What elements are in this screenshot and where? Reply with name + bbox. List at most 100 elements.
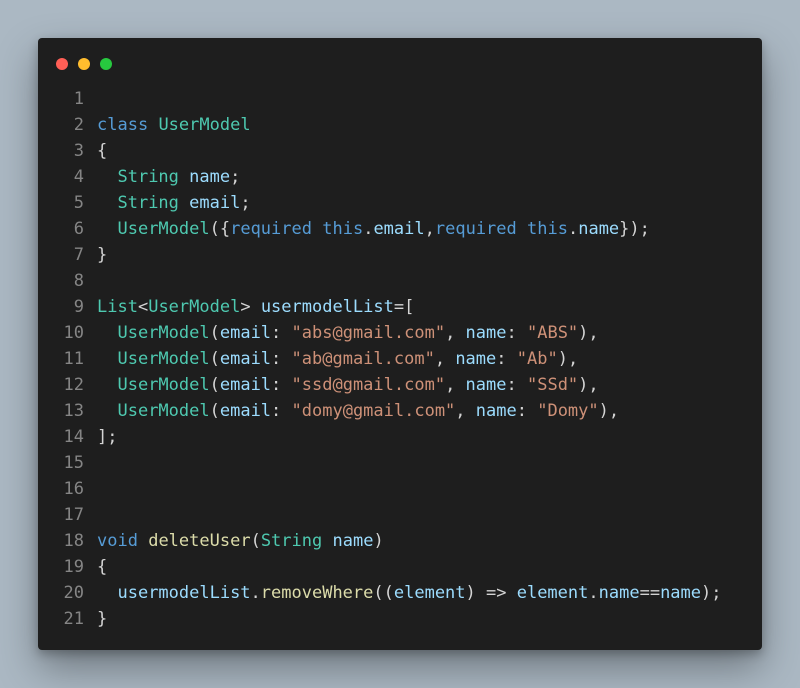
code-token: String: [117, 167, 179, 187]
line-source: [84, 450, 762, 476]
code-token: =[: [393, 297, 415, 317]
code-token: (: [209, 349, 220, 369]
code-token: (: [209, 323, 220, 343]
line-source: void deleteUser(String name): [84, 528, 762, 554]
code-line: 3{: [38, 138, 762, 164]
code-token: required: [230, 219, 312, 239]
code-token: UserModel: [117, 375, 210, 395]
code-token: <: [137, 297, 149, 317]
code-block: 1 2 class UserModel 3{4 String name; 5 Strin…: [38, 86, 762, 632]
line-source: {: [84, 554, 762, 580]
code-token: ): [373, 531, 384, 551]
code-line: 15: [38, 450, 762, 476]
code-token: name: [332, 531, 374, 551]
code-token: element: [393, 583, 466, 603]
line-source: List<UserModel> usermodelList=[: [84, 294, 762, 320]
code-token: ({: [209, 219, 231, 239]
code-token: String: [260, 531, 323, 551]
code-token: .: [588, 583, 599, 603]
code-token: this: [527, 219, 568, 239]
code-token: {: [97, 141, 108, 161]
line-source: class UserModel: [84, 112, 762, 138]
code-token: ,: [445, 323, 466, 343]
code-token: UserModel: [158, 115, 251, 135]
code-token: UserModel: [117, 323, 210, 343]
code-line: 21}: [38, 606, 762, 632]
code-line: 7}: [38, 242, 762, 268]
code-line: 5 String email;: [38, 190, 762, 216]
line-source: [84, 502, 762, 528]
code-token: element: [516, 583, 589, 603]
line-number: 16: [63, 479, 84, 499]
code-token: ==: [639, 583, 661, 603]
code-token: String: [117, 193, 179, 213]
code-line: 4 String name;: [38, 164, 762, 190]
line-number: 2: [73, 115, 84, 135]
line-source: String name;: [84, 164, 762, 190]
code-token: name: [465, 375, 507, 395]
code-token: name: [475, 401, 517, 421]
line-number: 4: [73, 167, 84, 187]
line-number: 8: [73, 271, 84, 291]
code-line: 11 UserModel(email: "ab@gmail.com", name…: [38, 346, 762, 372]
code-token: name: [578, 219, 620, 239]
code-line: 12 UserModel(email: "ssd@gmail.com", nam…: [38, 372, 762, 398]
code-token: email: [189, 193, 241, 213]
code-token: email: [219, 323, 272, 343]
line-number: 20: [63, 583, 84, 603]
line-number: 18: [63, 531, 84, 551]
code-token: });: [619, 219, 650, 239]
line-source: UserModel(email: "ssd@gmail.com", name: …: [84, 372, 762, 398]
code-token: removeWhere: [260, 583, 374, 603]
line-number: 12: [63, 375, 84, 395]
code-token: email: [373, 219, 425, 239]
code-token: email: [219, 401, 272, 421]
code-token: void: [97, 531, 138, 551]
code-line: 14];: [38, 424, 762, 450]
code-token: deleteUser: [148, 531, 251, 551]
code-line: 19 {: [38, 554, 762, 580]
line-number: 9: [73, 297, 84, 317]
line-source: [84, 476, 762, 502]
code-token: usermodelList: [260, 297, 394, 317]
line-number: 14: [63, 427, 84, 447]
line-source: {: [84, 138, 762, 164]
close-dot[interactable]: [56, 58, 68, 70]
code-token: "Ab": [516, 349, 558, 369]
code-token: .: [250, 583, 261, 603]
line-number: 5: [73, 193, 84, 213]
code-token: (: [209, 375, 220, 395]
code-token: "Domy": [537, 401, 599, 421]
line-source: [84, 86, 762, 112]
code-line: 18 void deleteUser(String name): [38, 528, 762, 554]
code-token: "domy@gmail.com": [291, 401, 456, 421]
line-number: 1: [73, 89, 84, 109]
code-token: List: [97, 297, 138, 317]
code-token: this: [322, 219, 364, 239]
code-line: 8: [38, 268, 762, 294]
code-token: {: [97, 557, 108, 577]
minimize-dot[interactable]: [78, 58, 90, 70]
code-token: }: [97, 245, 108, 265]
code-token: ) =>: [465, 583, 517, 603]
code-token: ),: [598, 401, 620, 421]
code-line: 1: [38, 86, 762, 112]
code-token: :: [506, 323, 527, 343]
code-token: :: [516, 401, 538, 421]
line-number: 10: [63, 323, 84, 343]
line-number: 6: [73, 219, 84, 239]
zoom-dot[interactable]: [100, 58, 112, 70]
code-token: UserModel: [148, 297, 241, 317]
line-source: }: [84, 606, 762, 632]
code-token: :: [271, 401, 292, 421]
line-number: 15: [63, 453, 84, 473]
code-line: 13 UserModel(email: "domy@gmail.com", na…: [38, 398, 762, 424]
code-token: :: [271, 349, 292, 369]
